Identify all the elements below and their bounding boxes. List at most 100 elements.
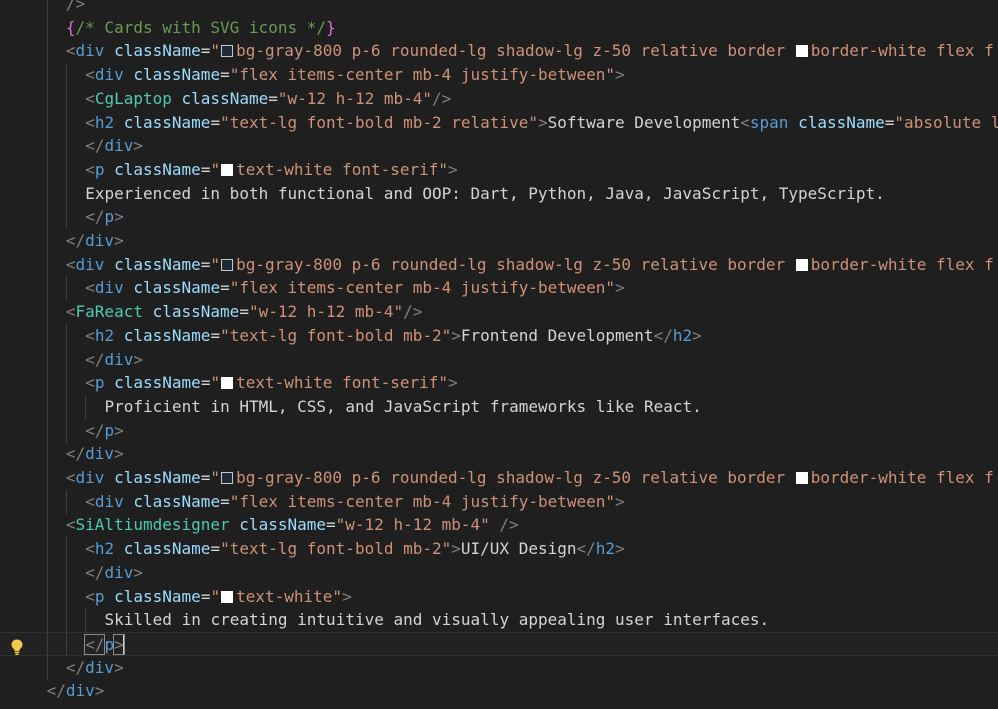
indent-guide [46, 276, 48, 301]
code-line[interactable]: <h2 className="text-lg font-bold mb-2 re… [0, 110, 998, 135]
token-tag: > [114, 420, 124, 440]
token-attr: className [123, 539, 211, 559]
token-eq: = [200, 41, 211, 61]
code-line[interactable]: <h2 className="text-lg font-bold mb-2">U… [0, 537, 998, 562]
color-swatch-icon[interactable] [221, 163, 234, 176]
code-line[interactable]: <p className=" text-white font-serif"> [0, 371, 998, 396]
code-line[interactable]: <div className=" bg-gray-800 p-6 rounded-… [0, 466, 998, 490]
indent-guide [46, 394, 48, 419]
token-tag: > [451, 325, 461, 345]
token-tag: < [85, 325, 95, 345]
color-swatch-icon[interactable] [795, 45, 808, 58]
token-tag: </ [65, 231, 86, 250]
code-line[interactable]: </div> [0, 560, 998, 585]
token-tag: < [85, 373, 95, 393]
token-eq: = [268, 88, 278, 108]
code-line[interactable]: /> [0, 0, 998, 16]
token-name: h2 [94, 539, 115, 559]
token-tag: </ [85, 136, 105, 156]
code-line[interactable]: {/* Cards with SVG icons */} [0, 15, 998, 40]
color-swatch-icon[interactable] [221, 45, 234, 58]
code-line-current[interactable]: </p> [0, 631, 998, 656]
color-swatch-icon[interactable] [221, 258, 234, 271]
indent-guide [65, 110, 67, 135]
token-name: div [94, 65, 124, 85]
token-name: p [104, 420, 115, 440]
code-line[interactable]: <div className="flex items-center mb-4 j… [0, 489, 998, 514]
token-str: " [210, 586, 221, 606]
indent-guide [65, 134, 67, 159]
code-line[interactable]: <SiAltiumdesigner className="w-12 h-12 m… [0, 513, 998, 538]
indent-guide [65, 394, 67, 419]
code-line[interactable]: <h2 className="text-lg font-bold mb-2">F… [0, 323, 998, 348]
code-line[interactable]: <div className="flex items-center mb-4 j… [0, 63, 998, 88]
token-str: "flex items-center mb-4 justify-between" [229, 278, 616, 298]
indent-guide [46, 442, 48, 467]
code-line[interactable]: <CgLaptop className="w-12 h-12 mb-4"/> [0, 86, 998, 111]
token-eq: = [210, 325, 221, 345]
token-tag: < [85, 65, 95, 85]
code-line[interactable]: <FaReact className="w-12 h-12 mb-4"/> [0, 300, 998, 325]
indent-guide [65, 584, 67, 609]
code-line[interactable]: </div> [0, 442, 998, 467]
color-swatch-icon[interactable] [221, 377, 234, 390]
indent-guide [46, 347, 48, 372]
token-str: "w-12 h-12 mb-4" [248, 302, 404, 322]
token-tag: > [615, 539, 625, 559]
code-line[interactable]: </div> [0, 655, 998, 680]
indent-guide [65, 86, 67, 111]
indent-guide [46, 110, 48, 135]
color-swatch-icon[interactable] [221, 472, 234, 484]
token-comp: FaReact [75, 302, 143, 322]
token-text: Skilled in creating intuitive and visual… [104, 610, 770, 630]
code-line[interactable]: </div> [0, 347, 998, 372]
code-line[interactable]: <div className="flex items-center mb-4 j… [0, 276, 998, 301]
color-swatch-icon[interactable] [221, 590, 234, 603]
token-attr: className [114, 468, 201, 487]
token-tag: > [133, 349, 143, 369]
code-line[interactable]: Skilled in creating intuitive and visual… [0, 608, 998, 633]
color-swatch-icon[interactable] [795, 472, 808, 484]
code-line[interactable]: <div className=" bg-gray-800 p-6 rounded-… [0, 252, 998, 277]
code-line[interactable]: Experienced in both functional and OOP: … [0, 181, 998, 206]
token-tag: > [94, 681, 105, 701]
code-text: Proficient in HTML, CSS, and JavaScript … [105, 395, 702, 419]
indent-guide [46, 134, 48, 159]
indent-guide [65, 560, 67, 585]
token-text: UI/UX Design [460, 539, 577, 559]
code-line[interactable]: <p className=" text-white font-serif"> [0, 157, 998, 182]
token-name: div [85, 444, 115, 464]
code-line[interactable]: </p> [0, 418, 998, 443]
code-line[interactable]: </div> [0, 679, 998, 703]
indent-guide [65, 371, 67, 396]
token-tag: > [448, 159, 458, 179]
code-text: /> [66, 0, 85, 16]
code-line[interactable]: </div> [0, 134, 998, 159]
code-line[interactable]: Proficient in HTML, CSS, and JavaScript … [0, 394, 998, 419]
color-swatch-icon[interactable] [795, 258, 808, 271]
code-line[interactable]: <div className=" bg-gray-800 p-6 rounded-… [0, 39, 998, 64]
token-tag: > [342, 586, 352, 606]
token-name: div [85, 231, 115, 250]
code-line[interactable]: </div> [0, 229, 998, 253]
token-eq: = [326, 515, 336, 535]
lightbulb-icon[interactable] [9, 638, 25, 656]
token-tag: /> [499, 515, 519, 535]
indent-guide [46, 300, 48, 325]
token-name: p [104, 207, 115, 227]
code-line[interactable]: <p className=" text-white"> [0, 584, 998, 609]
code-text: <p className=" text-white font-serif"> [85, 371, 457, 395]
token-eq: = [200, 586, 211, 606]
code-editor[interactable]: /> {/* Cards with SVG icons */} <div class… [0, 0, 998, 709]
token-tag: </ [85, 207, 105, 227]
code-text: <p className=" text-white font-serif"> [85, 158, 457, 182]
token-attr: className [239, 515, 326, 535]
token-tag: < [65, 41, 76, 61]
code-line[interactable]: </p> [0, 205, 998, 230]
